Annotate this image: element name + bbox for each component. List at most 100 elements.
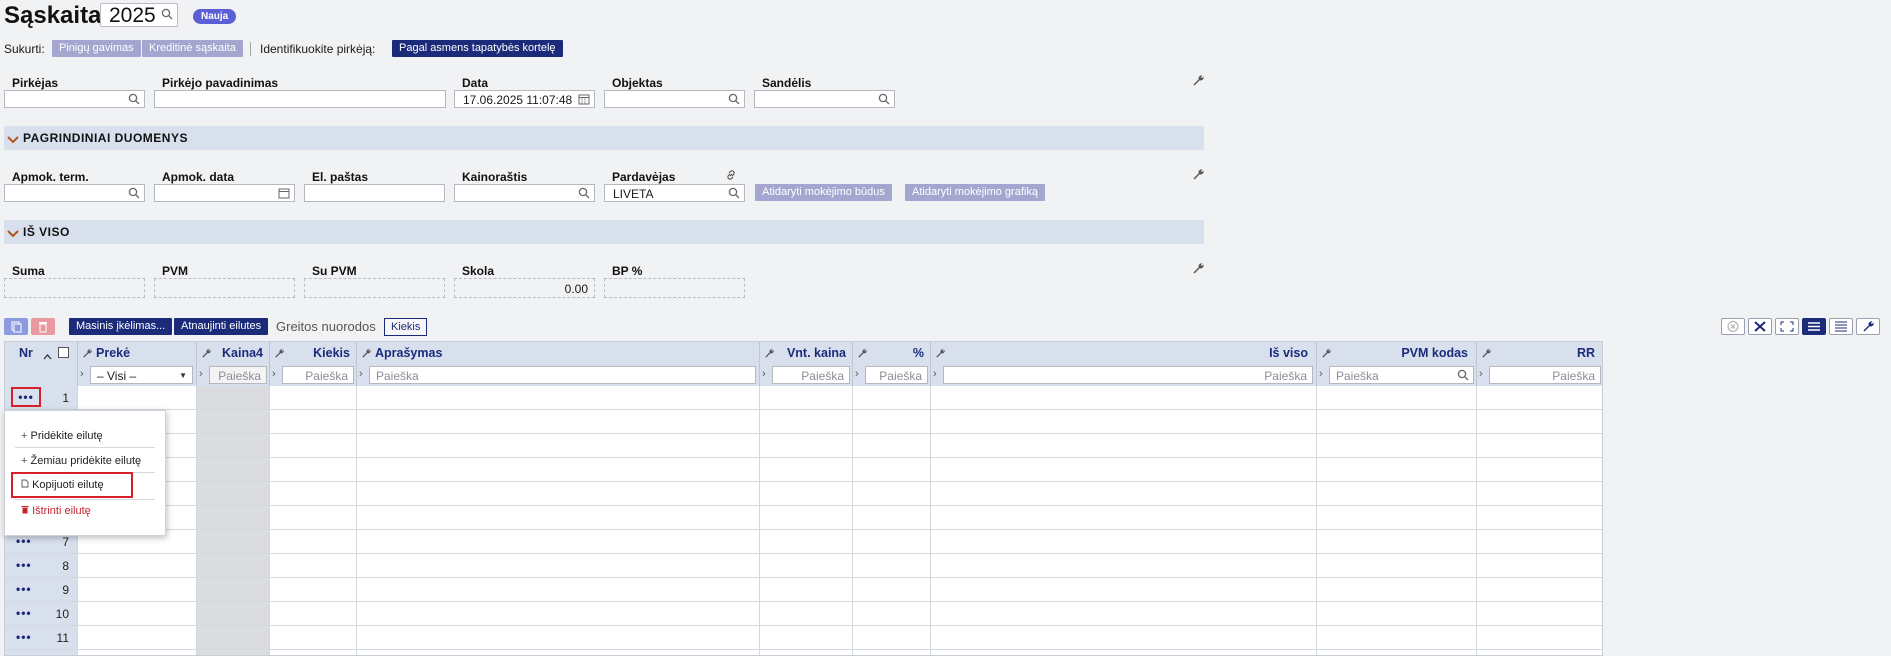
filter-kaina4-input[interactable]: Paieška [209, 366, 267, 384]
wrench-icon[interactable] [1192, 262, 1204, 277]
filter-aprasymas-input[interactable]: Paieška [369, 366, 756, 384]
col-header-pvm-kodas[interactable]: PVM kodas [1317, 342, 1477, 364]
buyer-input[interactable] [4, 90, 145, 108]
quick-links-label[interactable]: Greitos nuorodos [276, 319, 376, 334]
col-header-kaina4[interactable]: Kaina4 [197, 342, 270, 364]
year-field[interactable]: 2025 [100, 3, 178, 27]
link-icon[interactable] [724, 168, 738, 185]
wrench-icon[interactable] [1192, 74, 1204, 89]
col-header-is-viso[interactable]: Iš viso [931, 342, 1317, 364]
update-rows-button[interactable]: Atnaujinti eilutes [174, 318, 269, 335]
open-payment-schedule-button[interactable]: Atidaryti mokėjimo grafiką [905, 184, 1045, 201]
email-input[interactable] [304, 184, 445, 202]
table-row[interactable]: ••• 8 [5, 554, 1602, 578]
col-header-aprasymas[interactable]: Aprašymas [357, 342, 760, 364]
search-icon[interactable] [128, 93, 140, 108]
filter-pvm-kodas[interactable]: › Paieška [1317, 364, 1477, 386]
delete-rows-button[interactable] [31, 318, 55, 335]
filter-kiekis[interactable]: › Paieška [270, 364, 357, 386]
calendar-icon[interactable] [278, 187, 290, 202]
sort-up-icon[interactable] [43, 349, 52, 363]
filter-preke-select[interactable]: – Visi – ▼ [90, 366, 193, 384]
wrench-icon[interactable] [1192, 168, 1204, 183]
rows-table[interactable]: Nr Prekė Kaina4 Kiekis Aprašymas Vnt. ka… [4, 341, 1603, 656]
excel-export-button[interactable] [1748, 318, 1772, 335]
filter-rr[interactable]: › Paieška [1477, 364, 1602, 386]
filter-is-viso[interactable]: › Paieška [931, 364, 1317, 386]
identify-by-id-card-button[interactable]: Pagal asmens tapatybės kortelę [392, 40, 563, 57]
search-icon[interactable] [128, 187, 140, 202]
wrench-icon[interactable] [935, 347, 945, 361]
section-main-header[interactable]: PAGRINDINIAI DUOMENYS [4, 126, 1204, 150]
pay-term-input[interactable] [4, 184, 145, 202]
filter-kiekis-input[interactable]: Paieška [282, 366, 354, 384]
compact-view-button[interactable] [1802, 318, 1826, 335]
pay-date-input[interactable] [154, 184, 295, 202]
calendar-icon[interactable] [578, 93, 590, 108]
object-input[interactable] [604, 90, 745, 108]
table-row[interactable]: ••• 11 [5, 626, 1602, 650]
detail-view-button[interactable] [1829, 318, 1853, 335]
table-row[interactable] [5, 434, 1602, 458]
date-input[interactable]: 17.06.2025 11:07:48 [454, 90, 595, 108]
copy-rows-button[interactable] [4, 318, 28, 335]
price-list-input[interactable] [454, 184, 595, 202]
filter-preke[interactable]: › – Visi – ▼ [78, 364, 197, 386]
search-icon[interactable] [1457, 369, 1469, 384]
row-actions-button[interactable]: ••• [16, 630, 32, 644]
filter-vnt-kaina-input[interactable]: Paieška [772, 366, 850, 384]
search-icon[interactable] [728, 187, 740, 202]
table-row[interactable] [5, 482, 1602, 506]
wrench-icon[interactable] [857, 347, 867, 361]
menu-item-add-row-below[interactable]: + Žemiau pridėkite eilutę [21, 455, 141, 467]
menu-item-delete-row[interactable]: Ištrinti eilutę [21, 505, 91, 517]
mass-upload-button[interactable]: Masinis įkėlimas... [69, 318, 173, 335]
select-all-checkbox[interactable] [58, 347, 69, 358]
row-actions-button[interactable]: ••• [16, 558, 32, 572]
search-icon[interactable] [728, 93, 740, 108]
wrench-icon[interactable] [1321, 347, 1331, 361]
table-row[interactable]: ••• 1 [5, 386, 1602, 410]
warehouse-input[interactable] [754, 90, 895, 108]
section-total-header[interactable]: IŠ VISO [4, 220, 1204, 244]
open-payment-methods-button[interactable]: Atidaryti mokėjimo būdus [755, 184, 892, 201]
create-credit-invoice-button[interactable]: Kreditinė sąskaita [142, 40, 243, 57]
filter-pvm-kodas-input[interactable]: Paieška [1329, 366, 1474, 384]
create-payment-button[interactable]: Pinigų gavimas [52, 40, 141, 57]
fullscreen-button[interactable] [1775, 318, 1799, 335]
wrench-icon[interactable] [274, 347, 284, 361]
row-actions-button[interactable]: ••• [11, 387, 41, 407]
col-header-kiekis[interactable]: Kiekis [270, 342, 357, 364]
col-header-vnt-kaina[interactable]: Vnt. kaina [760, 342, 853, 364]
table-row[interactable]: ••• 9 [5, 578, 1602, 602]
table-row[interactable]: ••• 10 [5, 602, 1602, 626]
filter-vnt-kaina[interactable]: › Paieška [760, 364, 853, 386]
quantity-quick-button[interactable]: Kiekis [384, 318, 428, 336]
wrench-icon[interactable] [201, 347, 211, 361]
menu-item-add-row[interactable]: + Pridėkite eilutę [21, 430, 103, 442]
table-row[interactable] [5, 506, 1602, 530]
table-settings-button[interactable] [1856, 318, 1880, 335]
table-row[interactable] [5, 410, 1602, 434]
wrench-icon[interactable] [361, 347, 371, 361]
search-icon[interactable] [161, 8, 173, 23]
filter-percent[interactable]: › Paieška [853, 364, 931, 386]
col-header-rr[interactable]: RR [1477, 342, 1602, 364]
table-row[interactable] [5, 458, 1602, 482]
table-row[interactable]: ••• 7 [5, 530, 1602, 554]
search-icon[interactable] [878, 93, 890, 108]
filter-kaina4[interactable]: › Paieška [197, 364, 270, 386]
filter-percent-input[interactable]: Paieška [865, 366, 928, 384]
filter-aprasymas[interactable]: › Paieška [357, 364, 760, 386]
filter-rr-input[interactable]: Paieška [1489, 366, 1601, 384]
filter-is-viso-input[interactable]: Paieška [943, 366, 1313, 384]
row-actions-button[interactable]: ••• [16, 582, 32, 596]
buyer-name-input[interactable] [154, 90, 446, 108]
col-header-percent[interactable]: % [853, 342, 931, 364]
search-icon[interactable] [578, 187, 590, 202]
wrench-icon[interactable] [764, 347, 774, 361]
row-actions-button[interactable]: ••• [16, 606, 32, 620]
menu-item-copy-row[interactable]: Kopijuoti eilutę [21, 479, 104, 491]
col-header-preke[interactable]: Prekė [78, 342, 197, 364]
seller-input[interactable]: LIVETA [604, 184, 745, 202]
